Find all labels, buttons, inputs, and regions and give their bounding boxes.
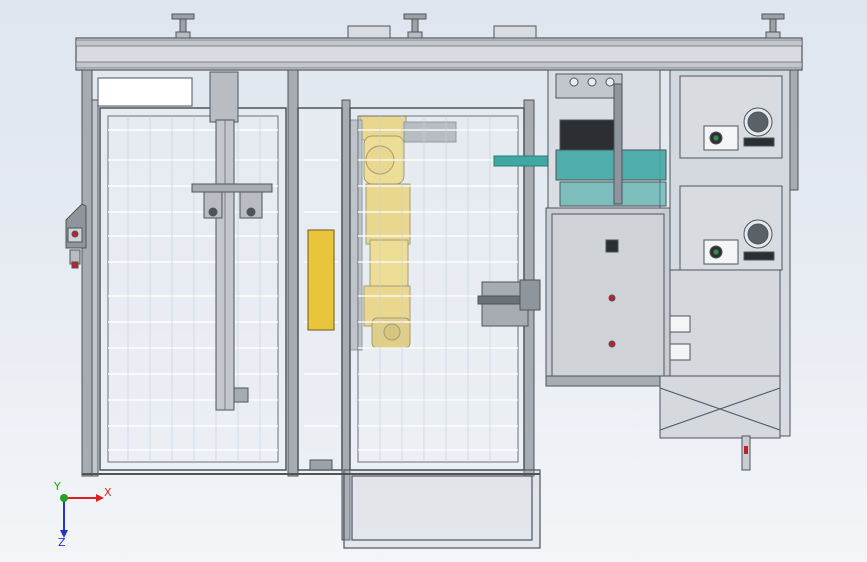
cad-viewport[interactable] <box>0 0 867 562</box>
right-equipment-bay <box>547 69 667 211</box>
coordinate-triad: X Y Z <box>53 480 112 548</box>
z-axis-label: Z <box>58 536 66 548</box>
bottom-extension <box>82 469 541 549</box>
control-cabinet <box>545 207 671 387</box>
leveling-feet <box>171 13 785 39</box>
x-axis-label: X <box>104 486 112 499</box>
left-mesh-guard <box>99 107 287 471</box>
y-axis-dot <box>60 494 68 502</box>
x-axis-arrow <box>96 494 104 502</box>
y-axis-label: Y <box>53 480 61 493</box>
top-label-window <box>97 77 193 107</box>
